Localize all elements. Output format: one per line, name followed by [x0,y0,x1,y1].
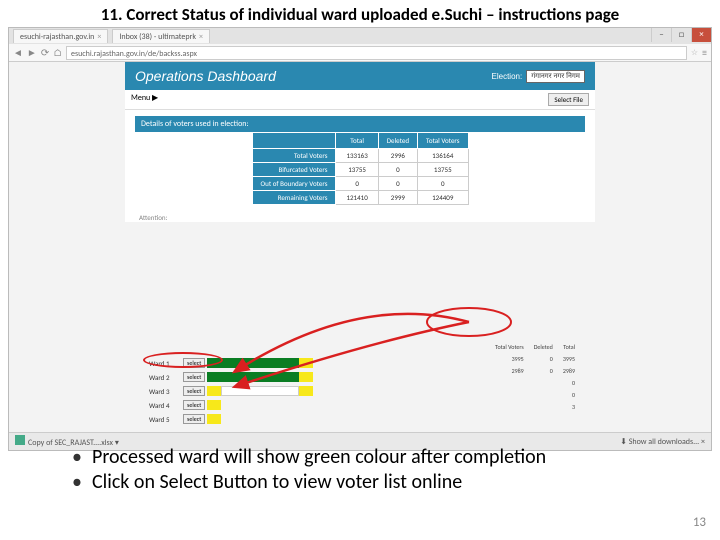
ward-select-button[interactable]: select [183,414,205,424]
browser-tab[interactable]: Inbox (38) - ultimateprk× [112,29,210,43]
dashboard-title: Operations Dashboard [135,68,276,84]
ward-label: Ward 4 [149,401,181,410]
menu-button[interactable]: Menu ▶ [131,93,158,106]
browser-window: esuchi-rajasthan.gov.in× Inbox (38) - ul… [8,27,712,451]
dashboard-menubar: Menu ▶ Select File [125,90,595,110]
voters-summary-table: Total Deleted Total Voters Total Voters1… [252,132,469,205]
ward-row: Ward 2 select [149,370,313,384]
ward-label: Ward 3 [149,387,181,396]
close-icon[interactable]: × [97,32,101,42]
table-row: 0 [491,390,579,400]
ward-select-button[interactable]: select [183,386,205,396]
election-label: Election: [492,72,523,81]
table-row: Remaining Voters1214102999124409 [252,191,468,205]
slide-title: 11. Correct Status of individual ward up… [0,0,720,27]
table-header: Deleted [378,133,417,149]
table-row: 399503995 [491,354,579,364]
dashboard-header: Operations Dashboard Election: गंगानगर न… [125,62,595,90]
ward-row: Ward 5 select [149,412,313,426]
election-select[interactable]: गंगानगर नगर निगम [526,70,585,83]
ward-status-bar [207,414,221,424]
ward-row: Ward 3 select [149,384,313,398]
table-header: Total [336,133,378,149]
section-header: Details of voters used in election: [135,116,585,132]
ward-row: Ward 4 select [149,398,313,412]
maximize-button[interactable]: □ [671,28,691,42]
ward-label: Ward 5 [149,415,181,424]
menu-icon[interactable]: ≡ [702,46,707,59]
reload-icon[interactable]: ⟳ [41,46,49,59]
ward-status-bar [207,400,221,410]
table-row: Out of Boundary Voters000 [252,177,468,191]
close-icon[interactable]: × [199,32,203,42]
back-icon[interactable]: ◄ [13,46,23,59]
table-header: Total Voters [418,133,468,149]
highlight-oval [143,352,223,368]
browser-toolbar: ◄ ► ⟳ ⌂ esuchi.rajasthan.gov.in/de/backs… [9,44,711,62]
page-number: 13 [693,515,706,530]
minimize-button[interactable]: – [651,28,671,42]
table-row: 3 [491,402,579,412]
bookmark-icon[interactable]: ☆ [691,48,698,58]
table-row: 298902989 [491,366,579,376]
table-row: Total Voters1331632996136164 [252,149,468,163]
file-icon [15,435,25,445]
select-file-button[interactable]: Select File [548,93,589,106]
list-item: •Click on Select Button to view voter li… [72,470,680,495]
bullet-list: •Processed ward will show green colour a… [72,445,680,495]
ward-select-button[interactable]: select [183,400,205,410]
ward-select-button[interactable]: select [183,372,205,382]
home-icon[interactable]: ⌂ [53,46,62,59]
ward-status-bar [207,358,313,368]
window-close-button[interactable]: × [691,28,711,42]
page-content: Operations Dashboard Election: गंगानगर न… [125,62,595,222]
table-header [252,133,336,149]
url-bar[interactable]: esuchi.rajasthan.gov.in/de/backss.aspx [66,46,687,60]
forward-icon[interactable]: ► [27,46,37,59]
browser-viewport: Operations Dashboard Election: गंगानगर न… [9,62,711,432]
ward-status-bar [207,372,313,382]
ward-label: Ward 2 [149,373,181,382]
table-row: 0 [491,378,579,388]
ward-status-bar [207,386,313,396]
attention-label: Attention: [139,213,581,222]
browser-tab[interactable]: esuchi-rajasthan.gov.in× [13,29,108,43]
browser-tabstrip: esuchi-rajasthan.gov.in× Inbox (38) - ul… [9,28,711,44]
list-item: •Processed ward will show green colour a… [72,445,680,470]
table-row: Bifurcated Voters13755013755 [252,163,468,177]
ward-side-table: Total VotersDeletedTotal 399503995 29890… [489,340,581,414]
